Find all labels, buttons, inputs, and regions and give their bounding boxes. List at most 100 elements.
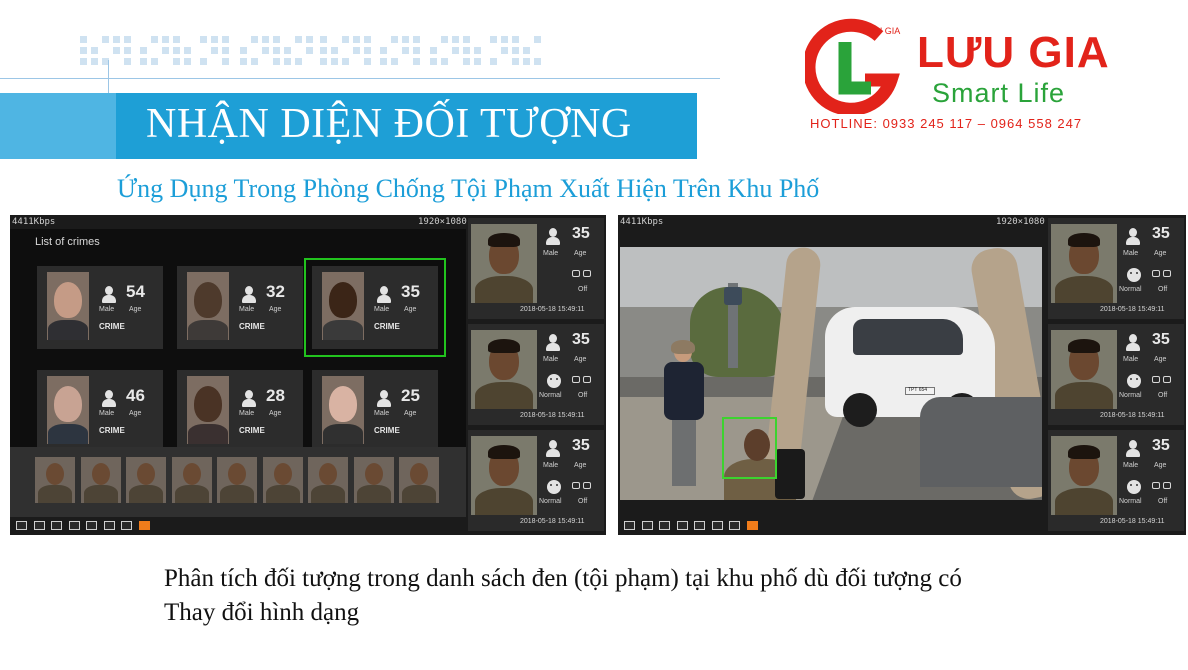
decorative-pixel	[306, 36, 313, 43]
layout-icon[interactable]	[68, 521, 80, 530]
recognition-card[interactable]: 35 Male Age Normal Off 2018-05-18 15:49:11	[1048, 218, 1184, 319]
license-plate-text: TPT 654	[908, 387, 928, 393]
decorative-pixel	[402, 36, 409, 43]
capture-thumbnail[interactable]	[35, 457, 75, 503]
decorative-pixel	[331, 47, 338, 54]
crime-card[interactable]: 32 Male Age CRIME	[177, 266, 303, 349]
capture-thumbnail[interactable]	[353, 457, 394, 503]
decorative-pixel	[284, 47, 291, 54]
face-capture-photo	[1051, 224, 1117, 303]
age-label: Age	[1154, 250, 1167, 257]
recognition-card[interactable]: 35 Male Age Normal Off 2018-05-18 15:49:11	[468, 324, 604, 425]
street-camera-view[interactable]: TPT 654	[620, 247, 1042, 500]
decorative-pixel	[512, 58, 519, 65]
decorative-pixel	[430, 58, 437, 65]
decorative-pixel	[113, 36, 120, 43]
capture-thumbnail[interactable]	[171, 457, 212, 503]
decorative-pixel	[211, 36, 218, 43]
decorative-pixel	[273, 36, 280, 43]
brand-name: LƯU GIA	[917, 28, 1110, 77]
age-value: 35	[1152, 437, 1170, 454]
home-icon[interactable]	[16, 521, 27, 530]
capture-thumbnail[interactable]	[80, 457, 121, 503]
home-icon[interactable]	[624, 521, 635, 530]
ptz-icon[interactable]	[103, 521, 115, 530]
decorative-pixel	[512, 36, 519, 43]
ptz-icon[interactable]	[711, 521, 723, 530]
alarm-icon[interactable]	[138, 521, 150, 530]
capture-thumbnail[interactable]	[262, 457, 303, 503]
fullscreen-icon[interactable]	[51, 521, 62, 530]
decorative-pixel	[320, 58, 327, 65]
decorative-pixel	[463, 47, 470, 54]
crime-card[interactable]: 46 Male Age CRIME	[37, 370, 163, 453]
age-label: Age	[574, 250, 587, 257]
mugshot-photo	[322, 376, 364, 444]
decorative-pixel	[331, 58, 338, 65]
age-label: Age	[574, 356, 587, 363]
face-capture-photo	[471, 330, 537, 409]
capture-thumbnail[interactable]	[308, 457, 348, 503]
decorative-pixel	[295, 36, 302, 43]
decorative-pixel	[391, 36, 398, 43]
decorative-pixel	[342, 58, 349, 65]
crime-list-title: List of crimes	[35, 236, 100, 248]
decorative-pixel	[140, 47, 147, 54]
age-label: Age	[404, 410, 417, 417]
crime-card[interactable]: 25 Male Age CRIME	[312, 370, 438, 453]
capture-timestamp: 2018-05-18 15:49:11	[520, 306, 585, 313]
face-capture-photo	[1051, 436, 1117, 515]
recognition-card[interactable]: 35 Male Age Off 2018-05-18 15:49:11	[468, 218, 604, 319]
zoom-icon[interactable]	[641, 521, 653, 530]
recognition-card[interactable]: 35 Male Age Normal Off 2018-05-18 15:49:11	[1048, 430, 1184, 531]
snapshot-icon[interactable]	[729, 521, 740, 530]
mugshot-photo	[47, 376, 89, 444]
crime-card[interactable]: 35 Male Age CRIME	[304, 258, 446, 357]
recognition-card[interactable]: 35 Male Age Normal Off 2018-05-18 15:49:11	[468, 430, 604, 531]
crime-card[interactable]: 54 Male Age CRIME	[37, 266, 163, 349]
gender-label: Male	[99, 306, 115, 313]
decorative-pixel	[391, 58, 398, 65]
crime-tag: CRIME	[239, 322, 265, 331]
gender-label: Male	[1123, 356, 1139, 363]
alarm-icon[interactable]	[746, 521, 758, 530]
decorative-pixel	[320, 47, 327, 54]
decorative-pixel	[211, 47, 218, 54]
decorative-pixel	[91, 47, 98, 54]
age-label: Age	[404, 306, 417, 313]
gender-label: Male	[543, 250, 559, 257]
decorative-pixel	[413, 58, 420, 65]
grid-icon[interactable]	[86, 521, 97, 530]
snapshot-icon[interactable]	[121, 521, 132, 530]
expression-label: Normal	[1119, 392, 1142, 399]
recognition-card[interactable]: 35 Male Age Normal Off 2018-05-18 15:49:11	[1048, 324, 1184, 425]
decorative-pixel	[273, 58, 280, 65]
decorative-pixel	[251, 36, 258, 43]
zoom-icon[interactable]	[33, 521, 45, 530]
glasses-icon	[572, 270, 592, 278]
crime-card[interactable]: 28 Male Age CRIME	[177, 370, 303, 453]
layout-icon[interactable]	[676, 521, 688, 530]
fullscreen-icon[interactable]	[659, 521, 670, 530]
capture-thumbnail[interactable]	[399, 457, 439, 503]
glasses-label: Off	[578, 498, 588, 505]
gender-label: Male	[374, 306, 390, 313]
face-detection-box[interactable]	[722, 417, 777, 479]
grid-icon[interactable]	[694, 521, 705, 530]
glasses-label: Off	[578, 392, 588, 399]
decorative-pixel	[295, 58, 302, 65]
decorative-pixel	[364, 36, 371, 43]
decorative-pixel	[113, 47, 120, 54]
decorative-pixel	[364, 58, 371, 65]
person-icon	[1125, 440, 1141, 458]
capture-thumbnail[interactable]	[217, 457, 257, 503]
decorative-pixel	[501, 36, 508, 43]
decorative-pixel	[222, 47, 229, 54]
decorative-pixel	[184, 47, 191, 54]
capture-thumbnail[interactable]	[126, 457, 166, 503]
decorative-pixel	[91, 58, 98, 65]
decorative-pixel	[222, 36, 229, 43]
decorative-pixel	[124, 47, 131, 54]
face-capture-photo	[471, 436, 537, 515]
person-icon	[545, 440, 561, 458]
